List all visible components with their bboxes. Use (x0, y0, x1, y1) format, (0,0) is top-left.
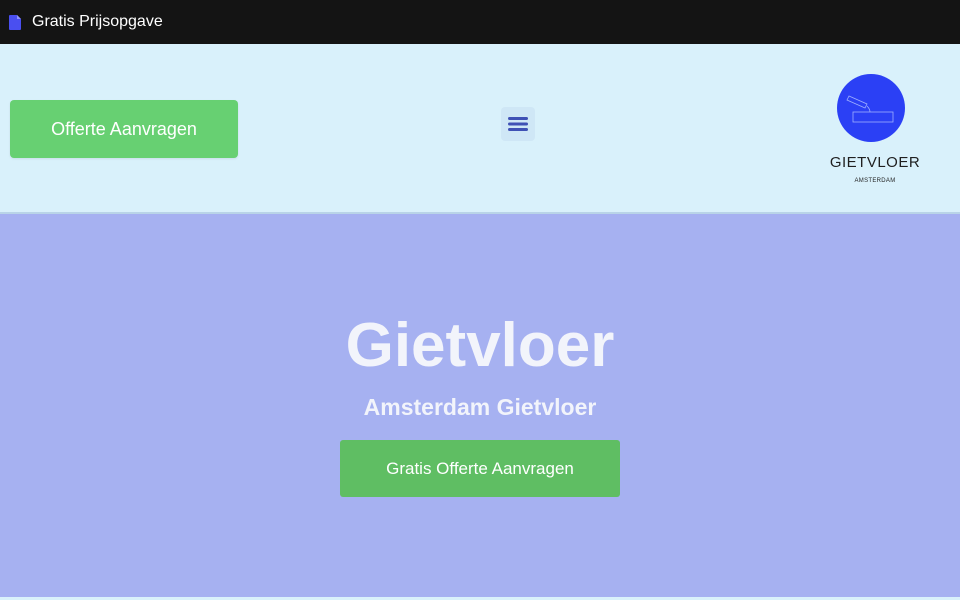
logo-subtitle: AMSTERDAM (854, 178, 896, 184)
hero-subtitle: Amsterdam Gietvloer (363, 394, 597, 420)
logo-name: GIETVLOER (829, 154, 921, 171)
site-logo[interactable]: GIETVLOER AMSTERDAM (822, 74, 930, 194)
site-header: Offerte Aanvragen GIETVLOER AMSTERDAM (0, 44, 960, 214)
browser-tab-bar: Gratis Prijsopgave (0, 0, 960, 44)
offerte-aanvragen-button[interactable]: Offerte Aanvragen (10, 100, 238, 158)
hero-section: Gietvloer Amsterdam Gietvloer Gratis Off… (0, 214, 960, 597)
hamburger-menu-button[interactable] (501, 107, 535, 141)
page-title: Gratis Prijsopgave (32, 13, 163, 30)
hamburger-menu-icon (508, 117, 528, 131)
hero-title: Gietvloer (345, 311, 615, 380)
gratis-offerte-aanvragen-button[interactable]: Gratis Offerte Aanvragen (340, 440, 620, 497)
logo-mark-icon (837, 74, 905, 142)
document-icon (9, 14, 21, 30)
